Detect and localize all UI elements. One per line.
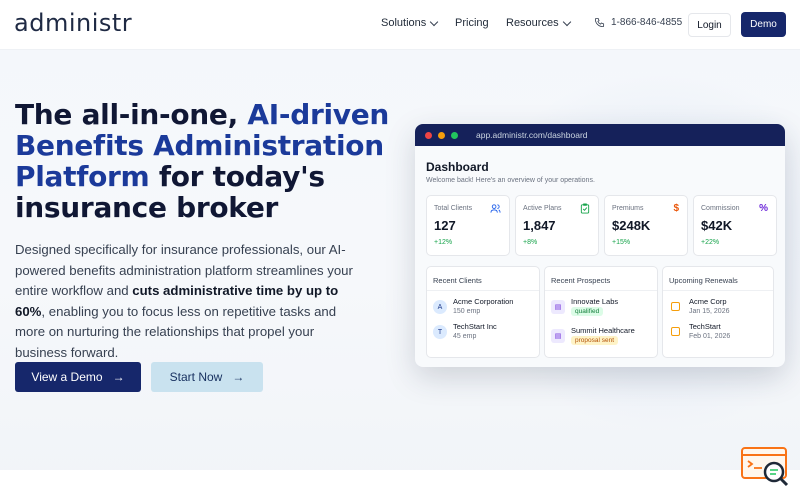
stat-value: $42K: [701, 218, 733, 233]
nav-resources-label: Resources: [506, 17, 559, 29]
client-avatar: T: [433, 325, 447, 339]
renewal-name: Acme Corp: [689, 297, 727, 306]
hero-title: The all-in-one, AI-driven Benefits Admin…: [15, 99, 395, 223]
status-badge: qualified: [571, 307, 604, 316]
top-navbar: administr Solutions Pricing Resources 1-…: [0, 0, 800, 50]
phone-icon: [594, 17, 605, 28]
arrow-right-icon: →: [112, 370, 125, 384]
view-demo-label: View a Demo: [31, 370, 103, 384]
recent-clients-panel: Recent Clients A Acme Corporation 150 em…: [426, 266, 540, 358]
stat-delta: +12%: [434, 239, 453, 246]
stat-label: Active Plans: [523, 205, 562, 212]
users-icon: [490, 204, 501, 213]
dashboard-preview: app.administr.com/dashboard Dashboard We…: [415, 124, 785, 367]
status-badge: proposal sent: [571, 336, 619, 345]
prospect-name: Summit Healthcare: [571, 326, 635, 335]
window-close-dot: [425, 131, 432, 139]
percent-icon: %: [759, 203, 768, 214]
chevron-down-icon: [562, 17, 571, 26]
nav-resources[interactable]: Resources: [506, 17, 571, 29]
list-item[interactable]: ▤ Innovate Labs qualified: [551, 296, 655, 318]
dashboard-body: Dashboard Welcome back! Here's an overvi…: [415, 146, 785, 367]
dollar-icon: $: [673, 203, 679, 214]
stat-card-active-plans: Active Plans 1,847 +8%: [515, 195, 599, 256]
login-button[interactable]: Login: [688, 13, 731, 37]
client-name: Acme Corporation: [453, 297, 514, 306]
window-minimize-dot: [438, 131, 445, 139]
stat-delta: +8%: [523, 239, 538, 246]
arrow-right-icon: →: [232, 370, 245, 384]
nav-solutions[interactable]: Solutions: [381, 17, 439, 29]
upcoming-renewals-panel: Upcoming Renewals Acme Corp Jan 15, 2026…: [662, 266, 774, 358]
stat-value: $248K: [612, 218, 651, 233]
document-icon: ▤: [551, 300, 565, 314]
panel-title: Recent Prospects: [545, 267, 657, 291]
phone-number: 1-866-846-4855: [611, 17, 683, 28]
client-avatar: A: [433, 300, 447, 314]
client-employees: 150 emp: [453, 308, 481, 315]
nav-solutions-label: Solutions: [381, 17, 427, 29]
list-item[interactable]: Acme Corp Jan 15, 2026: [669, 296, 773, 318]
client-employees: 45 emp: [453, 333, 477, 340]
chevron-down-icon: [430, 17, 439, 26]
nav-pricing[interactable]: Pricing: [455, 17, 489, 29]
renewal-name: TechStart: [689, 322, 721, 331]
stat-value: 127: [434, 218, 456, 233]
floating-search-widget-icon[interactable]: [740, 446, 790, 488]
demo-button[interactable]: Demo: [741, 12, 786, 37]
stat-label: Commission: [701, 205, 740, 212]
document-icon: ▤: [551, 329, 565, 343]
stat-card-premiums: Premiums $248K +15% $: [604, 195, 688, 256]
panel-title: Recent Clients: [427, 267, 539, 291]
hero-description: Designed specifically for insurance prof…: [15, 240, 365, 363]
hero-desc-part2: , enabling you to focus less on repetiti…: [15, 303, 337, 360]
clipboard-icon: [580, 203, 590, 214]
browser-bar: app.administr.com/dashboard: [415, 124, 785, 146]
stat-label: Premiums: [612, 205, 644, 212]
stat-delta: +15%: [612, 239, 631, 246]
prospect-name: Innovate Labs: [571, 297, 619, 306]
list-item[interactable]: A Acme Corporation 150 emp: [433, 296, 537, 318]
dashboard-subtitle: Welcome back! Here's an overview of your…: [426, 177, 595, 184]
stat-delta: +22%: [701, 239, 720, 246]
stat-card-total-clients: Total Clients 127 +12%: [426, 195, 510, 256]
list-item[interactable]: ▤ Summit Healthcare proposal sent: [551, 325, 655, 347]
start-now-label: Start Now: [169, 370, 223, 384]
start-now-button[interactable]: Start Now →: [151, 362, 263, 392]
calendar-icon: [671, 327, 680, 336]
dashboard-title: Dashboard: [426, 160, 489, 174]
nav-pricing-label: Pricing: [455, 17, 489, 29]
renewal-date: Jan 15, 2026: [689, 308, 730, 315]
window-maximize-dot: [451, 131, 458, 139]
stat-label: Total Clients: [434, 205, 473, 212]
page: administr Solutions Pricing Resources 1-…: [0, 0, 800, 500]
renewal-date: Feb 01, 2026: [689, 333, 731, 340]
browser-url: app.administr.com/dashboard: [476, 130, 588, 140]
calendar-icon: [671, 302, 680, 311]
list-item[interactable]: TechStart Feb 01, 2026: [669, 321, 773, 343]
client-name: TechStart Inc: [453, 322, 497, 331]
view-demo-button[interactable]: View a Demo →: [15, 362, 141, 392]
panel-title: Upcoming Renewals: [663, 267, 773, 291]
recent-prospects-panel: Recent Prospects ▤ Innovate Labs qualifi…: [544, 266, 658, 358]
hero-title-part1: The all-in-one,: [15, 98, 248, 131]
bottom-strip: [0, 470, 800, 500]
phone-link[interactable]: 1-866-846-4855: [594, 17, 682, 28]
stat-value: 1,847: [523, 218, 556, 233]
list-item[interactable]: T TechStart Inc 45 emp: [433, 321, 537, 343]
brand-logo[interactable]: administr: [14, 9, 132, 37]
stat-card-commission: Commission $42K +22% %: [693, 195, 777, 256]
